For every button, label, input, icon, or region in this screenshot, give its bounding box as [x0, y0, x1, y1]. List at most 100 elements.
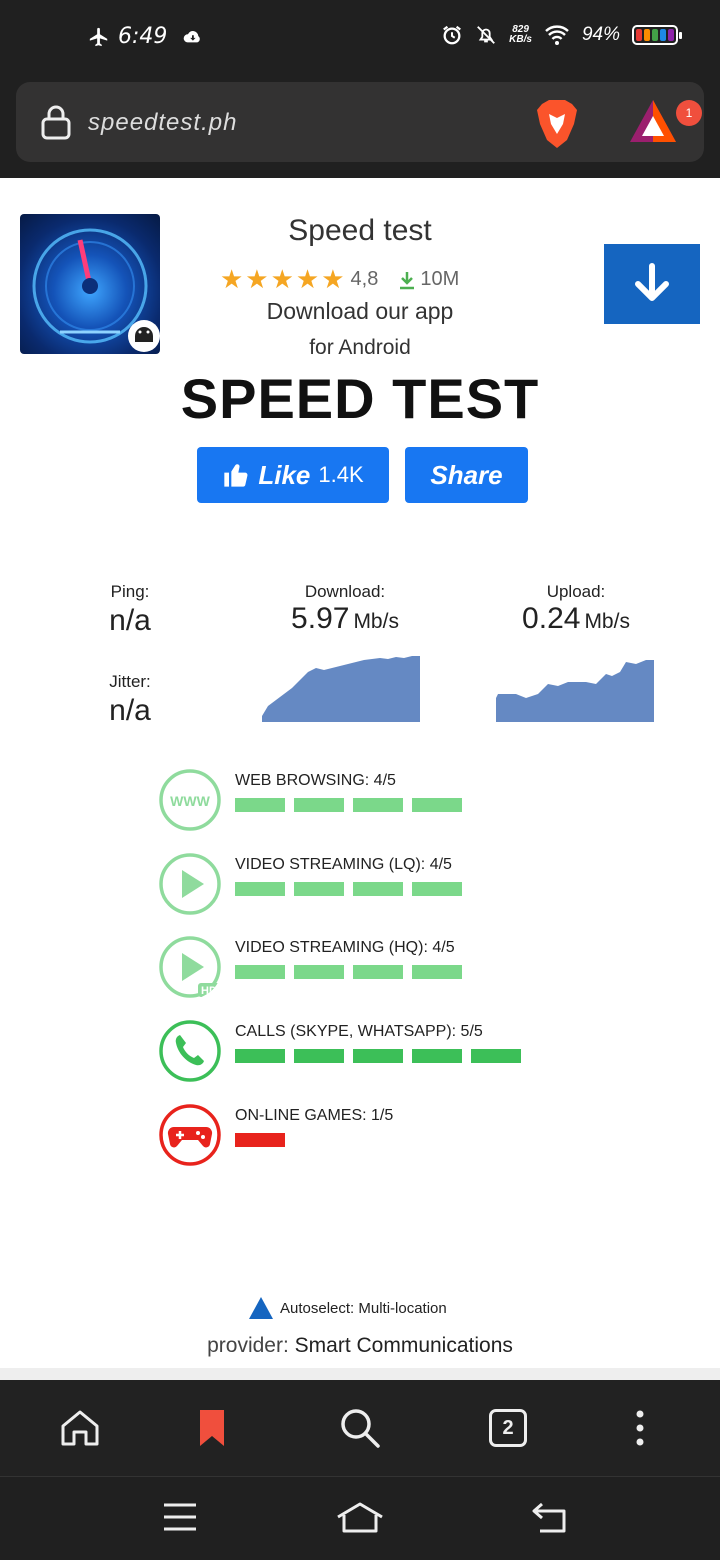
- menu-button[interactable]: [618, 1406, 662, 1450]
- quality-bars: [235, 965, 462, 979]
- app-promo-line2[interactable]: for Android: [200, 336, 520, 360]
- quality-bars: [235, 1133, 285, 1147]
- bookmarks-button[interactable]: [190, 1406, 234, 1450]
- lock-icon[interactable]: [40, 104, 72, 140]
- provider-info: provider: Smart Communications: [207, 1334, 513, 1357]
- alarm-icon: [443, 25, 462, 45]
- home-button[interactable]: [58, 1406, 102, 1450]
- quality-row-video-lq: VIDEO STREAMING (LQ): 4/5: [158, 852, 578, 918]
- back-nav-icon[interactable]: [530, 1501, 568, 1533]
- rating-stars-icon: ★★★★★: [220, 264, 347, 294]
- quality-bar-segment: [235, 882, 285, 896]
- ping-label: Ping:: [110, 582, 150, 601]
- home-nav-icon[interactable]: [336, 1501, 384, 1535]
- quality-label: VIDEO STREAMING (LQ): 4/5: [235, 856, 452, 873]
- like-count: 1.4K: [318, 462, 364, 487]
- download-graph-area: [262, 656, 420, 722]
- battery-percent: 94%: [581, 24, 620, 45]
- upload-label: Upload:: [546, 582, 606, 601]
- brave-shields-icon[interactable]: [534, 98, 580, 150]
- quality-bar-segment: [353, 965, 403, 979]
- ping-value: n/a: [109, 604, 151, 637]
- app-icon[interactable]: [20, 214, 160, 354]
- download-value: 5.97 Mb/s: [291, 602, 399, 635]
- like-button[interactable]: Like 1.4K: [197, 447, 389, 503]
- tabs-count-icon: 2: [489, 1409, 527, 1447]
- url-text[interactable]: speedtest.ph: [88, 109, 237, 137]
- provider-name: Smart Communications: [294, 1334, 513, 1357]
- wifi-icon: [545, 25, 569, 45]
- browser-bottom-toolbar: 2: [0, 1380, 720, 1476]
- quality-bar-segment: [353, 882, 403, 896]
- quality-bar-segment: [471, 1049, 521, 1063]
- play-icon: [159, 853, 221, 915]
- quality-label: WEB BROWSING: 4/5: [235, 772, 396, 789]
- thumbs-up-icon: [224, 464, 248, 487]
- phone-icon: [159, 1020, 221, 1082]
- content-divider: [0, 1368, 720, 1380]
- share-button[interactable]: Share: [405, 447, 528, 503]
- jitter-value: n/a: [109, 694, 151, 727]
- svg-text:HD: HD: [201, 985, 217, 997]
- download-app-button[interactable]: [604, 244, 700, 324]
- quality-bar-segment: [294, 882, 344, 896]
- download-small-icon: [400, 271, 415, 289]
- arrow-down-icon: [635, 263, 669, 301]
- app-title[interactable]: Speed test: [200, 214, 520, 248]
- quality-bar-segment: [412, 965, 462, 979]
- quality-bar-segment: [353, 1049, 403, 1063]
- address-bar[interactable]: speedtest.ph 1: [16, 82, 704, 162]
- quality-bar-segment: [412, 798, 462, 812]
- quality-row-web-browsing: WWW WEB BROWSING: 4/5: [158, 768, 578, 834]
- cloud-sync-icon: [184, 30, 201, 42]
- quality-bar-segment: [235, 965, 285, 979]
- quality-bars: [235, 1049, 521, 1063]
- quality-bar-segment: [294, 798, 344, 812]
- quality-label: VIDEO STREAMING (HQ): 4/5: [235, 939, 455, 956]
- svg-text:WWW: WWW: [170, 793, 210, 809]
- quality-bars: [235, 798, 462, 812]
- upload-graph: [496, 660, 654, 722]
- rewards-badge: 1: [676, 100, 702, 126]
- jitter-label: Jitter:: [109, 672, 151, 691]
- tabs-button[interactable]: 2: [486, 1406, 530, 1450]
- battery-icon: [632, 25, 682, 45]
- app-rating: ★★★★★ 4,8 10M: [220, 264, 459, 295]
- status-bar: 6:49 829 KB/s 94%: [0, 0, 720, 78]
- quality-bars: [235, 882, 462, 896]
- download-count: 10M: [398, 268, 459, 291]
- more-vertical-icon: [636, 1410, 644, 1446]
- quality-bar-segment: [294, 965, 344, 979]
- upload-graph-area: [496, 660, 654, 722]
- bookmark-icon: [200, 1410, 224, 1446]
- quality-bar-segment: [412, 882, 462, 896]
- triangle-marker-icon: [249, 1297, 273, 1319]
- gamepad-icon: [159, 1104, 221, 1166]
- quality-label: ON-LINE GAMES: 1/5: [235, 1107, 394, 1124]
- quality-bar-segment: [294, 1049, 344, 1063]
- brave-rewards-icon[interactable]: [628, 98, 678, 144]
- recent-apps-icon[interactable]: [162, 1501, 198, 1533]
- server-autoselect[interactable]: Autoselect: Multi-location: [248, 1296, 447, 1320]
- page-title: SPEED TEST: [180, 367, 540, 430]
- quality-bar-segment: [412, 1049, 462, 1063]
- app-promo-line1[interactable]: Download our app: [200, 298, 520, 325]
- notifications-muted-icon: [477, 26, 496, 44]
- rating-value: 4,8: [350, 268, 379, 290]
- quality-row-online-games: ON-LINE GAMES: 1/5: [158, 1103, 578, 1169]
- speedometer-icon: [32, 228, 160, 352]
- www-icon: WWW: [159, 769, 221, 831]
- home-icon: [61, 1410, 99, 1446]
- download-label: Download:: [304, 582, 386, 601]
- quality-label: CALLS (SKYPE, WHATSAPP): 5/5: [235, 1023, 483, 1040]
- search-icon: [341, 1409, 380, 1448]
- status-time: 6:49: [118, 24, 168, 49]
- download-graph: [262, 656, 420, 722]
- system-navigation-bar: [0, 1476, 720, 1560]
- play-hd-icon: HD: [159, 936, 221, 998]
- quality-row-video-hq: HD VIDEO STREAMING (HQ): 4/5: [158, 935, 578, 1001]
- search-button[interactable]: [338, 1406, 382, 1450]
- quality-bar-segment: [353, 798, 403, 812]
- quality-bar-segment: [235, 798, 285, 812]
- web-content: Speed test ★★★★★ 4,8 10M Download our ap…: [0, 178, 720, 1380]
